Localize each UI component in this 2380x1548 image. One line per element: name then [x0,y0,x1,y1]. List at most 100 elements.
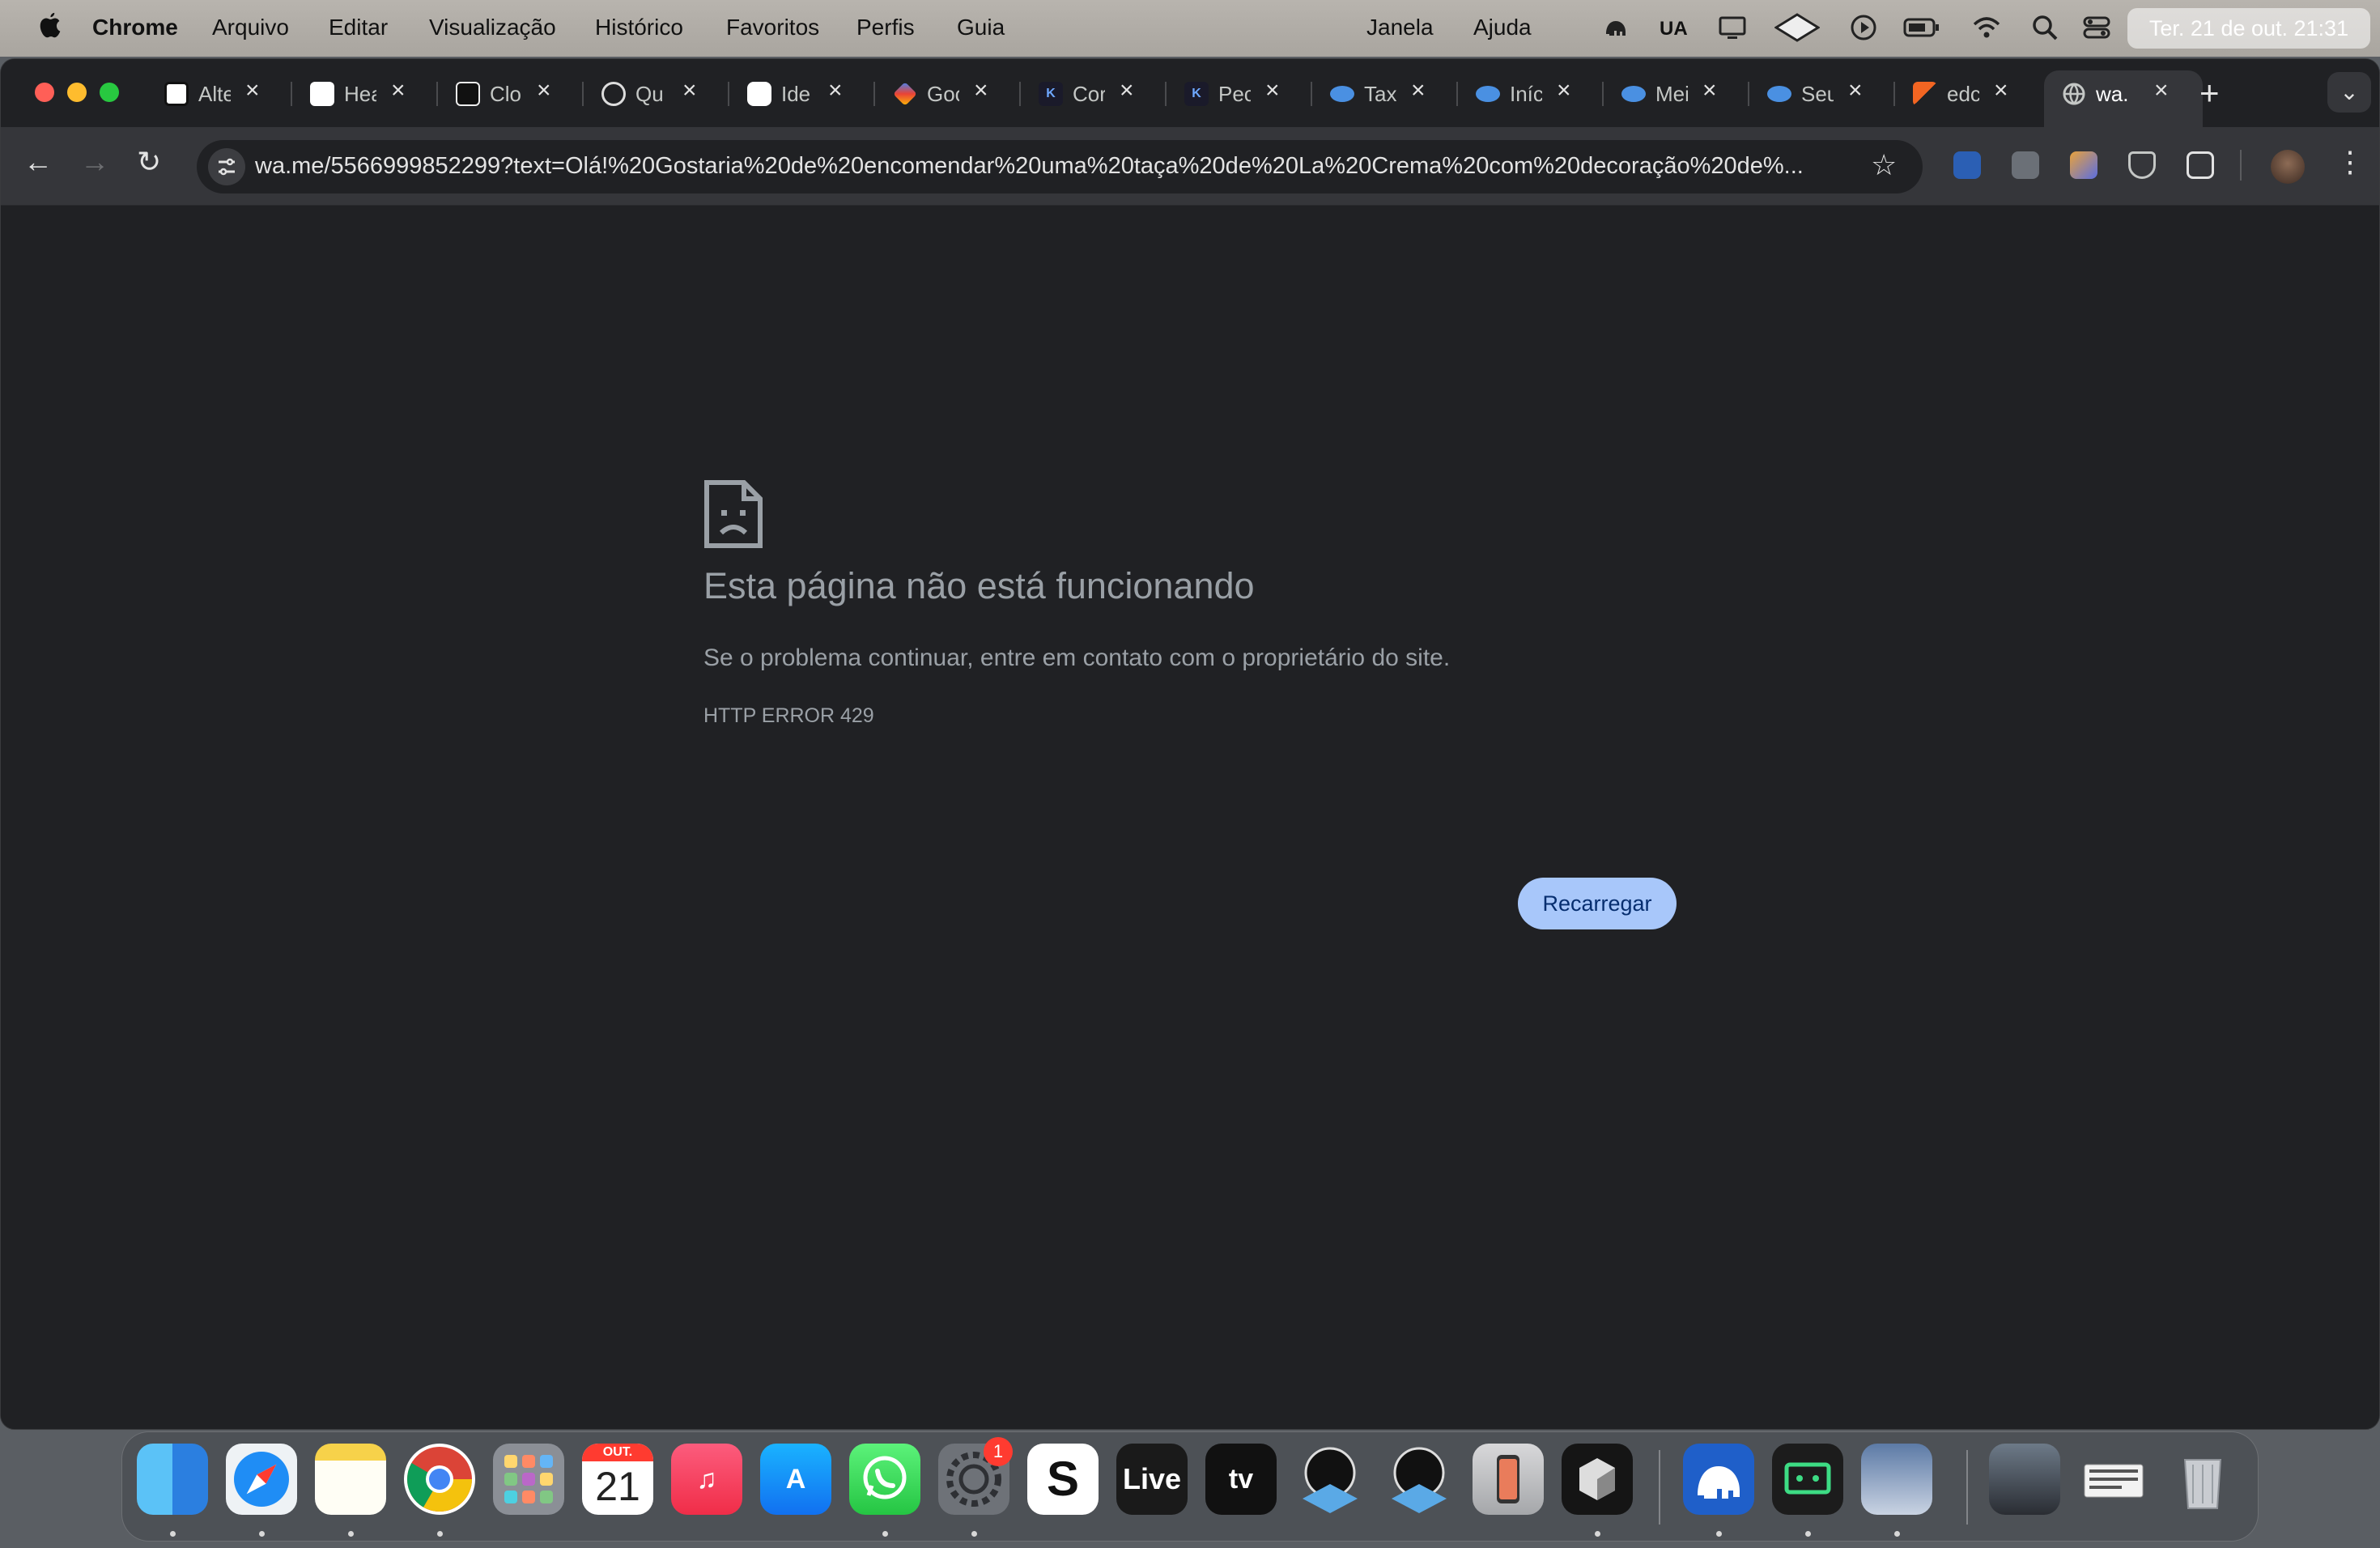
shortcut-app[interactable]: S [1027,1444,1099,1515]
running-indicator [971,1531,977,1537]
ua-status-label[interactable]: UA [1660,18,1688,40]
dock: OUT. 21 ♫ A 1 S Live tv [121,1431,2259,1542]
tab-11[interactable]: Mei × [1604,70,1749,116]
tab-close-icon[interactable]: × [1120,77,1134,104]
menubar-clock[interactable]: Ter. 21 de out. 21:31 [2127,8,2370,49]
box-app[interactable] [1562,1444,1633,1515]
music-app[interactable]: ♫ [671,1444,742,1515]
more-menu-icon[interactable]: ⋮ [2335,145,2365,179]
extension-code-icon[interactable] [2012,151,2039,179]
safari-app[interactable] [226,1444,297,1515]
battery-icon[interactable] [1902,13,1941,42]
menu-editar[interactable]: Editar [329,15,388,40]
app-store-app[interactable]: A [760,1444,831,1515]
apple-icon[interactable] [36,11,65,40]
tab-close-icon[interactable]: × [1994,77,2008,104]
tab-13[interactable]: edc × [1895,70,2041,116]
display-icon[interactable] [1718,13,1747,42]
toolbar-divider [2240,150,2242,181]
tab-9[interactable]: Tax × [1312,70,1458,116]
tab-3[interactable]: Clo × [438,70,584,116]
extension-avatar-icon[interactable] [2070,151,2097,179]
preview-app[interactable] [1861,1444,1932,1515]
address-bar[interactable]: wa.me/5566999852299?text=Olá!%20Gostaria… [197,140,1923,194]
wifi-icon[interactable] [1972,13,2001,42]
url-text[interactable]: wa.me/5566999852299?text=Olá!%20Gostaria… [255,153,1850,180]
finder-app[interactable] [137,1444,208,1515]
apple-tv-app[interactable]: tv [1205,1444,1277,1515]
launchpad-app[interactable] [493,1444,564,1515]
reload-icon[interactable]: ↻ [137,145,161,179]
extension-doc-icon[interactable] [1953,151,1981,179]
tab-6[interactable]: Goo × [875,70,1021,116]
tab-close-icon[interactable]: × [1848,77,1863,104]
tab-close-icon[interactable]: × [682,77,697,104]
running-indicator [437,1531,443,1537]
menu-arquivo[interactable]: Arquivo [212,15,289,40]
tab-5[interactable]: Ide × [729,70,875,116]
tab-close-icon[interactable]: × [1557,77,1571,104]
site-info-tune-icon[interactable] [208,148,245,185]
terminal-chat-app[interactable] [1772,1444,1843,1515]
shield-icon[interactable] [2128,151,2156,179]
tableplus-elephant-app[interactable] [1683,1444,1754,1515]
menu-janela[interactable]: Janela [1366,15,1434,40]
menu-app-name[interactable]: Chrome [92,15,178,40]
menu-favoritos[interactable]: Favoritos [726,15,819,40]
profile-avatar[interactable] [2271,150,2305,184]
back-arrow-icon[interactable]: ← [23,145,53,179]
documents-stack[interactable] [2078,1444,2149,1515]
ua-diamond-icon[interactable] [1774,13,1820,42]
play-icon[interactable] [1849,13,1878,42]
extensions-puzzle-icon[interactable] [2187,151,2214,179]
tab-2[interactable]: Hea × [292,70,438,116]
tab-active-wa[interactable]: wa. × [2044,70,2203,127]
menu-bar: Chrome Arquivo Editar Visualização Histó… [0,0,2380,57]
calendar-app[interactable]: OUT. 21 [582,1444,653,1515]
tab-title: Cor [1073,82,1105,106]
minimize-window-button[interactable] [67,83,87,102]
elephant-status-icon[interactable] [1601,13,1630,42]
tab-close-icon[interactable]: × [828,77,843,104]
trash-app[interactable] [2167,1444,2238,1515]
bookmark-star-icon[interactable]: ☆ [1871,148,1897,182]
tab-4[interactable]: Qu × [584,70,729,116]
menu-historico[interactable]: Histórico [595,15,683,40]
tab-close-icon[interactable]: × [245,77,260,104]
car-photo-thumbnail[interactable] [1989,1444,2060,1515]
tab-close-icon[interactable]: × [391,77,406,104]
menu-guia[interactable]: Guia [957,15,1005,40]
tab-close-icon[interactable]: × [537,77,551,104]
tab-12[interactable]: Seu × [1749,70,1895,116]
tab-close-icon[interactable]: × [974,77,988,104]
tab-1[interactable]: Alte × [147,70,292,116]
tab-8[interactable]: K Pec × [1167,70,1312,116]
error-code: HTTP ERROR 429 [703,704,874,727]
tab-strip: Alte × Hea × Clo × Qu × Ide × Goo × [1,59,2379,127]
tab-close-icon[interactable]: × [2154,77,2169,104]
menu-perfis[interactable]: Perfis [856,15,915,40]
close-window-button[interactable] [35,83,54,102]
tab-close-icon[interactable]: × [1265,77,1280,104]
chrome-icon [407,1447,472,1512]
forward-arrow-icon[interactable]: → [80,145,109,179]
zoom-window-button[interactable] [100,83,119,102]
whatsapp-app[interactable] [849,1444,920,1515]
chrome-app[interactable] [404,1444,475,1515]
tab-10[interactable]: Iníc × [1458,70,1604,116]
tab-close-icon[interactable]: × [1411,77,1426,104]
reload-button[interactable]: Recarregar [1518,878,1677,929]
notes-app[interactable] [315,1444,386,1515]
tab-close-icon[interactable]: × [1702,77,1717,104]
tab-7[interactable]: K Cor × [1021,70,1167,116]
menu-visualizacao[interactable]: Visualização [429,15,556,40]
control-center-icon[interactable] [2082,13,2111,42]
ua-console-app[interactable] [1294,1444,1366,1515]
spotlight-search-icon[interactable] [2030,13,2059,42]
iphone-mirroring-app[interactable] [1473,1444,1544,1515]
new-tab-plus-icon[interactable]: + [2199,74,2220,113]
ua-connect-app[interactable] [1383,1444,1455,1515]
menu-ajuda[interactable]: Ajuda [1473,15,1532,40]
tab-search-chevron-icon[interactable]: ⌄ [2327,72,2371,113]
live-app[interactable]: Live [1116,1444,1188,1515]
